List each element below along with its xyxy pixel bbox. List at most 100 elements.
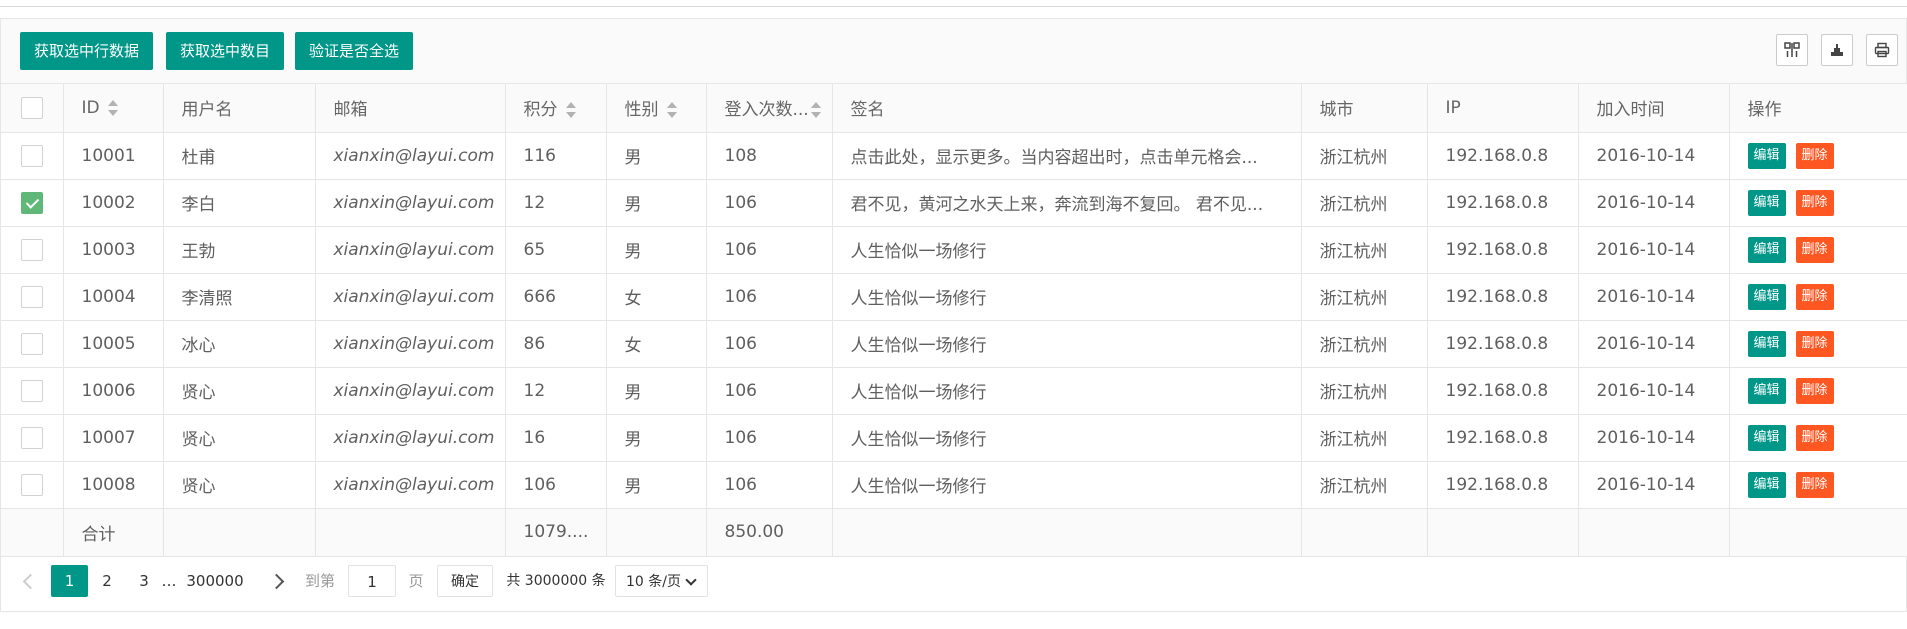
- cell-sex: 男: [606, 414, 707, 462]
- row-checkbox[interactable]: [20, 191, 43, 214]
- cell-ip: 192.168.0.8: [1427, 226, 1579, 274]
- page-size-select[interactable]: 10 条/页: [615, 564, 708, 597]
- total-empty-cell: [1427, 508, 1579, 557]
- goto-page-input[interactable]: 1: [348, 564, 396, 597]
- cell-logins: 106: [706, 273, 833, 321]
- cell-joined: 2016-10-14: [1578, 132, 1730, 180]
- get-selected-count-button[interactable]: 获取选中数目: [166, 32, 285, 70]
- cell-sign[interactable]: 点击此处，显示更多。当内容超出时，点击单元格会...: [832, 132, 1302, 180]
- row-checkbox[interactable]: [20, 473, 43, 496]
- row-checkbox[interactable]: [20, 332, 43, 355]
- export-icon[interactable]: [1821, 34, 1853, 66]
- edit-button[interactable]: 编辑: [1747, 283, 1786, 310]
- cell-actions: 编辑 删除: [1729, 132, 1907, 180]
- cell-city: 浙江杭州: [1301, 414, 1428, 462]
- page-unit-label: 页: [408, 571, 424, 590]
- cell-sex: 男: [606, 461, 707, 509]
- table-row: 10008 贤心 xianxin@layui.com 106 男 106 人生恰似一场修行浙…: [1, 461, 1907, 509]
- col-sex[interactable]: 性别: [606, 84, 707, 133]
- col-ip-label: IP: [1445, 97, 1461, 118]
- cell-ip: 192.168.0.8: [1427, 320, 1579, 368]
- cell-email: xianxin@layui.com: [315, 179, 506, 227]
- col-actions-label: 操作: [1747, 100, 1782, 121]
- cell-sign[interactable]: 君不见，黄河之水天上来，奔流到海不复回。 君不见...: [832, 179, 1302, 227]
- delete-button[interactable]: 删除: [1795, 471, 1834, 498]
- cell-sign[interactable]: 人生恰似一场修行: [832, 414, 1302, 462]
- edit-button[interactable]: 编辑: [1747, 189, 1786, 216]
- cell-email: xianxin@layui.com: [315, 273, 506, 321]
- cell-score: 16: [505, 414, 607, 462]
- row-checkbox[interactable]: [20, 379, 43, 402]
- total-empty-cell: [1729, 508, 1907, 557]
- delete-button[interactable]: 删除: [1795, 424, 1834, 451]
- goto-label: 到第: [304, 571, 335, 590]
- cell-score: 116: [505, 132, 607, 180]
- delete-button[interactable]: 删除: [1795, 283, 1834, 310]
- prev-page-icon[interactable]: [22, 573, 39, 589]
- total-row: 合计 1079.... 850.00: [1, 508, 1907, 557]
- edit-button[interactable]: 编辑: [1747, 236, 1786, 263]
- page-button-current[interactable]: 1: [51, 564, 88, 597]
- table-row: 10007 贤心 xianxin@layui.com 16 男 106 人生恰似一场修行 浙江…: [1, 414, 1907, 462]
- select-all-checkbox[interactable]: [20, 96, 43, 119]
- cell-sex: 女: [606, 320, 707, 368]
- columns-icon[interactable]: [1776, 34, 1808, 66]
- edit-button[interactable]: 编辑: [1747, 424, 1786, 451]
- cell-sign[interactable]: 人生恰似一场修行: [832, 320, 1302, 368]
- row-checkbox-cell: [1, 179, 64, 227]
- cell-actions: 编辑 删除: [1729, 273, 1907, 321]
- header-row: ID 用户名 邮箱 积分 性别 登入次数... 签名 城市 IP 加入时间 操作: [1, 84, 1907, 133]
- delete-button[interactable]: 删除: [1795, 330, 1834, 357]
- row-checkbox[interactable]: [20, 285, 43, 308]
- edit-button[interactable]: 编辑: [1747, 471, 1786, 498]
- cell-city: 浙江杭州: [1301, 320, 1428, 368]
- edit-button[interactable]: 编辑: [1747, 330, 1786, 357]
- sort-icon[interactable]: [666, 102, 677, 119]
- cell-sign[interactable]: 人生恰似一场修行: [832, 226, 1302, 274]
- delete-button[interactable]: 删除: [1795, 377, 1834, 404]
- col-score[interactable]: 积分: [505, 84, 607, 133]
- check-all-selected-button[interactable]: 验证是否全选: [295, 32, 414, 70]
- cell-ip: 192.168.0.8: [1427, 132, 1579, 180]
- cell-sex: 女: [606, 273, 707, 321]
- edit-button[interactable]: 编辑: [1747, 142, 1786, 169]
- delete-button[interactable]: 删除: [1795, 189, 1834, 216]
- row-checkbox[interactable]: [20, 144, 43, 167]
- cell-city: 浙江杭州: [1301, 273, 1428, 321]
- delete-button[interactable]: 删除: [1795, 142, 1834, 169]
- last-page-button[interactable]: 300000: [185, 565, 245, 597]
- col-city: 城市: [1301, 84, 1428, 133]
- cell-id: 10004: [63, 273, 164, 321]
- col-id[interactable]: ID: [63, 84, 164, 133]
- page-size-value: 10 条/页: [626, 573, 681, 590]
- cell-sign[interactable]: 人生恰似一场修行: [832, 273, 1302, 321]
- page-button-2[interactable]: 2: [96, 565, 118, 597]
- goto-confirm-button[interactable]: 确定: [437, 564, 493, 597]
- get-selected-rows-button[interactable]: 获取选中行数据: [20, 32, 154, 70]
- cell-id: 10007: [63, 414, 164, 462]
- row-checkbox[interactable]: [20, 426, 43, 449]
- next-page-icon[interactable]: [268, 573, 285, 589]
- sort-icon[interactable]: [107, 99, 118, 116]
- col-logins[interactable]: 登入次数...: [706, 84, 833, 133]
- edit-button[interactable]: 编辑: [1747, 377, 1786, 404]
- delete-button[interactable]: 删除: [1795, 236, 1834, 263]
- cell-sign[interactable]: 人生恰似一场修行: [832, 461, 1302, 509]
- cell-username: 贤心: [163, 461, 316, 509]
- cell-sign[interactable]: 人生恰似一场修行: [832, 367, 1302, 415]
- cell-logins: 106: [706, 179, 833, 227]
- total-score: 1079....: [505, 508, 607, 557]
- cell-sex: 男: [606, 179, 707, 227]
- print-icon[interactable]: [1866, 34, 1898, 66]
- row-checkbox[interactable]: [20, 238, 43, 261]
- cell-score: 65: [505, 226, 607, 274]
- page-button-3[interactable]: 3: [133, 565, 155, 597]
- cell-logins: 106: [706, 226, 833, 274]
- cell-joined: 2016-10-14: [1578, 367, 1730, 415]
- row-checkbox-cell: [1, 461, 64, 509]
- sort-icon[interactable]: [565, 102, 576, 119]
- cell-email: xianxin@layui.com: [315, 367, 506, 415]
- sort-icon[interactable]: [810, 102, 821, 119]
- total-empty-cell: [1, 508, 64, 557]
- chevron-down-icon: [685, 573, 697, 586]
